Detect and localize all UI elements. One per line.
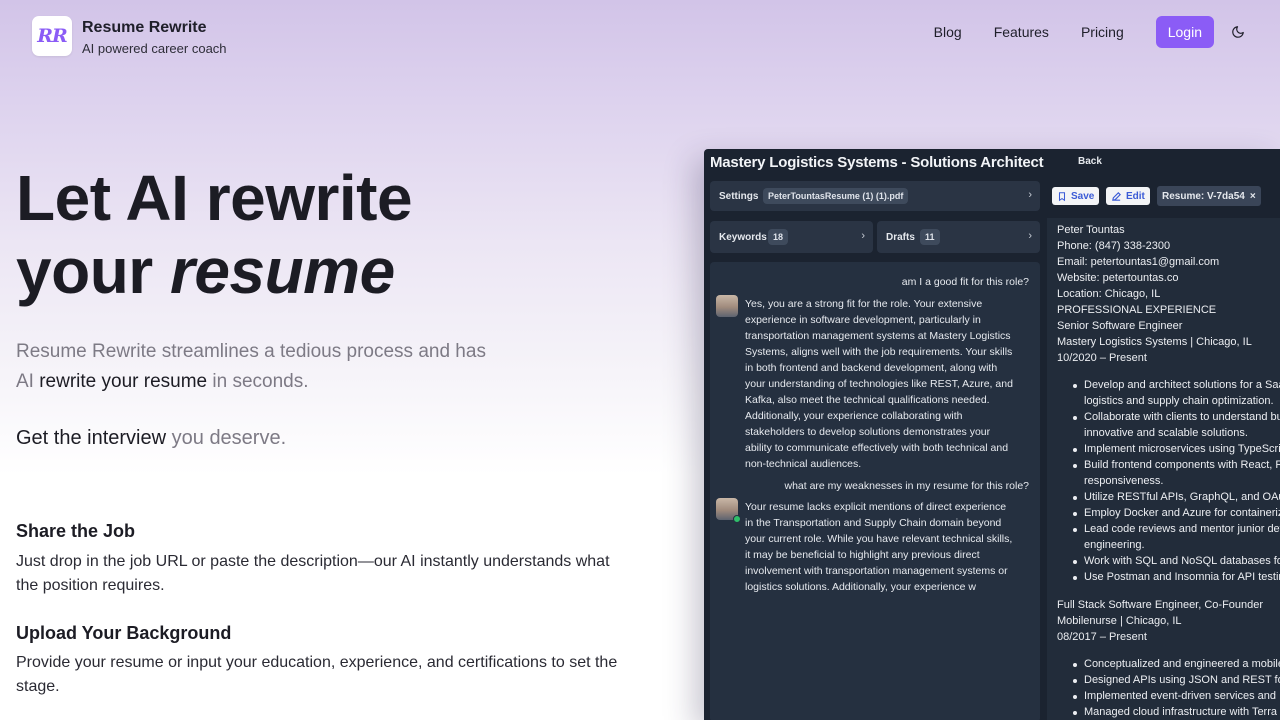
- back-button[interactable]: Back: [1078, 156, 1102, 167]
- online-status-icon: [733, 515, 741, 523]
- nav-pricing[interactable]: Pricing: [1081, 24, 1124, 40]
- edit-label: Edit: [1126, 190, 1145, 202]
- app-preview: Mastery Logistics Systems - Solutions Ar…: [704, 149, 1280, 720]
- chat-panel: am I a good fit for this role? Yes, you …: [710, 262, 1040, 720]
- logo-text: RR: [37, 25, 68, 47]
- drafts-panel[interactable]: Drafts 11 ›: [877, 221, 1040, 253]
- resume-bullet: Use Postman and Insomnia for API testin: [1073, 571, 1280, 583]
- resume-bullet-cont: responsiveness.: [1084, 475, 1164, 487]
- keywords-label: Keywords: [719, 232, 767, 243]
- resume-bullet: Collaborate with clients to understand b…: [1073, 411, 1280, 423]
- brand-tagline: AI powered career coach: [82, 41, 227, 56]
- avatar: [716, 295, 738, 317]
- hero-title-line2: your: [16, 235, 170, 307]
- feature-description: Provide your resume or input your educat…: [16, 654, 618, 695]
- hero-tag-highlight: Get the interview: [16, 427, 167, 449]
- nav-blog[interactable]: Blog: [934, 24, 962, 40]
- resume-bullet: Utilize RESTful APIs, GraphQL, and OAut: [1073, 491, 1280, 503]
- resume-bullet-cont: logistics and supply chain optimization.: [1084, 395, 1274, 407]
- edit-button[interactable]: Edit: [1106, 187, 1150, 205]
- resume-version-tab[interactable]: Resume: V-7da54 ×: [1157, 186, 1261, 206]
- resume-line: Location: Chicago, IL: [1057, 288, 1161, 300]
- settings-label: Settings: [719, 191, 759, 202]
- avatar: [716, 498, 741, 523]
- resume-line: Senior Software Engineer: [1057, 320, 1183, 332]
- hero-subtitle: Resume Rewrite streamlines a tedious pro…: [16, 337, 486, 397]
- moon-icon[interactable]: [1228, 22, 1248, 42]
- edit-icon: [1112, 191, 1121, 201]
- chevron-right-icon: ›: [1028, 189, 1032, 201]
- resume-line: Mastery Logistics Systems | Chicago, IL: [1057, 336, 1252, 348]
- user-message: am I a good fit for this role?: [901, 276, 1029, 288]
- bookmark-icon: [1058, 191, 1066, 201]
- nav-features[interactable]: Features: [994, 24, 1049, 40]
- feature-description: Just drop in the job URL or paste the de…: [16, 553, 610, 594]
- brand-name[interactable]: Resume Rewrite: [82, 19, 207, 37]
- save-label: Save: [1071, 190, 1095, 202]
- login-button[interactable]: Login: [1155, 16, 1214, 48]
- resume-bullet: Work with SQL and NoSQL databases fo: [1073, 555, 1280, 567]
- feature-title: Share the Job: [16, 521, 136, 541]
- close-icon[interactable]: ×: [1250, 191, 1256, 202]
- hero-title-emphasis: resume: [169, 235, 395, 307]
- top-nav: Blog Features Pricing Login: [934, 16, 1248, 48]
- resume-line: Website: petertountas.co: [1057, 272, 1179, 284]
- resume-bullet-cont: innovative and scalable solutions.: [1084, 427, 1248, 439]
- resume-line: Full Stack Software Engineer, Co-Founder: [1057, 599, 1264, 611]
- settings-panel[interactable]: Settings PeterTountasResume (1) (1).pdf …: [710, 181, 1040, 211]
- resume-name: Peter Tountas: [1057, 224, 1125, 236]
- hero-sub-end: in seconds.: [207, 371, 309, 392]
- ai-message: Your resume lacks explicit mentions of d…: [745, 501, 1013, 593]
- resume-bullet: Implemented event-driven services and: [1073, 690, 1276, 702]
- resume-line: 10/2020 – Present: [1057, 352, 1147, 364]
- resume-section-heading: PROFESSIONAL EXPERIENCE: [1057, 304, 1217, 316]
- keywords-panel[interactable]: Keywords 18 ›: [710, 221, 873, 253]
- ai-message: Yes, you are a strong fit for the role. …: [745, 298, 1013, 470]
- hero-tag-end: you deserve.: [166, 427, 287, 449]
- chevron-right-icon: ›: [861, 230, 865, 242]
- hero-title-line1: Let AI rewrite: [16, 162, 413, 234]
- resume-document: Peter Tountas Phone: (847) 338-2300 Emai…: [1047, 218, 1280, 720]
- resume-bullet: Managed cloud infrastructure with Terra: [1072, 706, 1278, 718]
- resume-bullet: Employ Docker and Azure for containeriz: [1072, 507, 1280, 519]
- resume-bullet: Lead code reviews and mentor junior dev: [1072, 523, 1280, 535]
- hero-tagline: Get the interview you deserve.: [16, 427, 286, 450]
- user-message: what are my weaknesses in my resume for …: [784, 480, 1029, 492]
- logo[interactable]: RR: [32, 16, 72, 56]
- drafts-label: Drafts: [886, 232, 915, 243]
- hero-title: Let AI rewrite your resume: [16, 162, 413, 308]
- resume-line: Phone: (847) 338-2300: [1057, 240, 1171, 252]
- resume-tab-label: Resume: V-7da54: [1162, 190, 1245, 202]
- resume-bullet: Implement microservices using TypeScri: [1073, 443, 1280, 455]
- resume-line: Mobilenurse | Chicago, IL: [1057, 615, 1182, 627]
- chevron-right-icon: ›: [1028, 230, 1032, 242]
- keywords-count: 18: [768, 229, 789, 245]
- resume-bullet: Conceptualized and engineered a mobile: [1073, 658, 1280, 670]
- app-title: Mastery Logistics Systems - Solutions Ar…: [710, 154, 1044, 171]
- save-button[interactable]: Save: [1052, 187, 1100, 205]
- settings-file-pill: PeterTountasResume (1) (1).pdf: [763, 188, 909, 204]
- feature-title: Upload Your Background: [16, 623, 232, 643]
- resume-line: Email: petertountas1@gmail.com: [1057, 256, 1220, 268]
- resume-bullet: Develop and architect solutions for a Sa…: [1073, 379, 1280, 391]
- resume-line: 08/2017 – Present: [1057, 631, 1147, 643]
- hero-sub-highlight: rewrite your resume: [39, 371, 208, 392]
- resume-bullet: Designed APIs using JSON and REST for: [1072, 674, 1280, 686]
- drafts-count: 11: [920, 229, 940, 245]
- resume-bullet-cont: engineering.: [1084, 539, 1145, 551]
- resume-bullet: Build frontend components with React, R: [1072, 459, 1280, 471]
